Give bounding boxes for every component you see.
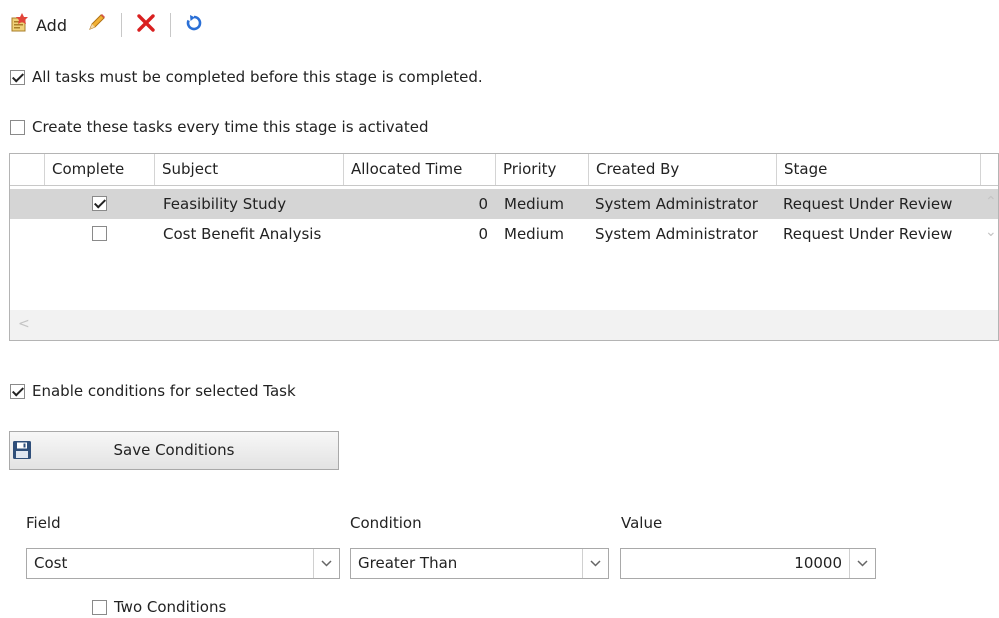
edit-button[interactable] <box>85 12 107 38</box>
delete-x-icon <box>136 13 156 37</box>
cell-priority: Medium <box>504 195 564 213</box>
two-conditions-checkbox[interactable] <box>92 599 107 615</box>
create-tasks-checkbox[interactable] <box>10 119 25 135</box>
table-row[interactable]: Cost Benefit Analysis 0 Medium System Ad… <box>10 219 998 249</box>
scroll-down-icon[interactable]: ⌄ <box>985 224 997 240</box>
cell-allocated-time: 0 <box>478 225 488 243</box>
all-tasks-option: All tasks must be completed before this … <box>10 68 483 86</box>
toolbar-separator <box>120 13 122 37</box>
field-value: Cost <box>34 554 68 572</box>
delete-button[interactable] <box>136 13 156 37</box>
enable-conditions-label: Enable conditions for selected Task <box>32 382 296 400</box>
condition-value: Greater Than <box>358 554 458 572</box>
column-header-stage[interactable]: Stage <box>777 154 981 185</box>
save-conditions-label: Save Conditions <box>113 441 235 459</box>
value-label: Value <box>621 514 663 532</box>
refresh-icon <box>185 14 203 36</box>
chevron-down-icon[interactable] <box>313 549 339 578</box>
value-value: 10000 <box>794 554 842 572</box>
cell-subject: Cost Benefit Analysis <box>163 225 322 243</box>
cell-created-by: System Administrator <box>595 195 758 213</box>
condition-label: Condition <box>350 514 422 532</box>
create-tasks-option: Create these tasks every time this stage… <box>10 118 428 136</box>
horizontal-scrollbar[interactable]: < <box>10 310 998 340</box>
cell-stage: Request Under Review <box>783 195 953 213</box>
field-label: Field <box>26 514 61 532</box>
two-conditions-label: Two Conditions <box>114 598 227 616</box>
row-indicator-header <box>10 154 45 185</box>
scroll-up-icon[interactable]: ⌃ <box>985 194 997 210</box>
column-header-priority[interactable]: Priority <box>496 154 589 185</box>
add-task-icon <box>9 12 31 38</box>
value-dropdown[interactable]: 10000 <box>620 548 876 579</box>
enable-conditions-option: Enable conditions for selected Task <box>10 382 296 400</box>
cell-subject: Feasibility Study <box>163 195 287 213</box>
condition-dropdown[interactable]: Greater Than <box>350 548 609 579</box>
cell-priority: Medium <box>504 225 564 243</box>
scroll-left-icon[interactable]: < <box>18 316 30 332</box>
chevron-down-icon[interactable] <box>582 549 608 578</box>
complete-checkbox[interactable] <box>92 196 107 211</box>
tasks-grid: Complete Subject Allocated Time Priority… <box>9 153 999 341</box>
column-header-created-by[interactable]: Created By <box>589 154 777 185</box>
column-header-allocated-time[interactable]: Allocated Time <box>344 154 496 185</box>
pencil-icon <box>85 12 107 38</box>
save-conditions-button[interactable]: Save Conditions <box>9 431 339 470</box>
all-tasks-checkbox[interactable] <box>10 69 25 85</box>
cell-stage: Request Under Review <box>783 225 953 243</box>
field-dropdown[interactable]: Cost <box>26 548 340 579</box>
toolbar-separator <box>169 13 171 37</box>
cell-created-by: System Administrator <box>595 225 758 243</box>
add-button[interactable]: Add <box>9 12 67 38</box>
chevron-down-icon[interactable] <box>849 549 875 578</box>
toolbar: Add <box>9 12 203 38</box>
column-header-subject[interactable]: Subject <box>155 154 344 185</box>
all-tasks-label: All tasks must be completed before this … <box>32 68 483 86</box>
table-row[interactable]: Feasibility Study 0 Medium System Admini… <box>10 189 998 219</box>
column-header-complete[interactable]: Complete <box>45 154 155 185</box>
cell-allocated-time: 0 <box>478 195 488 213</box>
grid-header: Complete Subject Allocated Time Priority… <box>10 154 998 186</box>
enable-conditions-checkbox[interactable] <box>10 383 25 399</box>
create-tasks-label: Create these tasks every time this stage… <box>32 118 429 136</box>
add-label: Add <box>36 15 67 35</box>
two-conditions-option: Two Conditions <box>92 598 226 616</box>
refresh-button[interactable] <box>185 14 203 36</box>
complete-checkbox[interactable] <box>92 226 107 241</box>
